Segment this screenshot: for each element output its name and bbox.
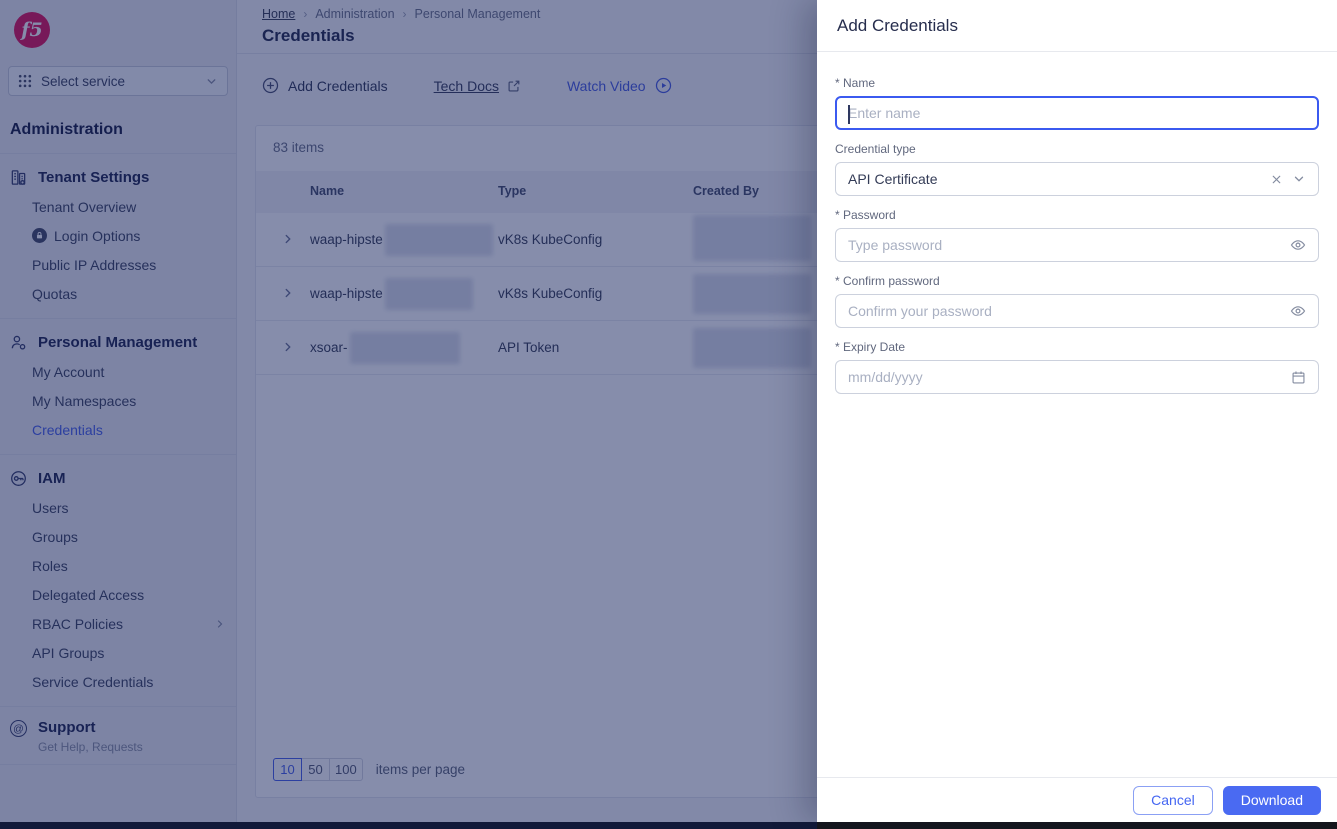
password-field bbox=[835, 228, 1319, 262]
calendar-icon[interactable] bbox=[1291, 370, 1306, 385]
credential-type-select[interactable]: API Certificate bbox=[835, 162, 1319, 196]
expiry-date-field bbox=[835, 360, 1319, 394]
credential-type-label: Credential type bbox=[835, 142, 916, 156]
eye-icon[interactable] bbox=[1290, 237, 1306, 253]
drawer-footer: Cancel Download bbox=[817, 777, 1337, 822]
text-cursor bbox=[848, 105, 850, 124]
expiry-date-field-label: * Expiry Date bbox=[835, 340, 906, 354]
modal-overlay[interactable] bbox=[0, 0, 817, 829]
name-field bbox=[835, 96, 1319, 130]
cancel-button[interactable]: Cancel bbox=[1133, 785, 1213, 815]
drawer-title: Add Credentials bbox=[837, 15, 958, 35]
clear-icon[interactable] bbox=[1270, 173, 1283, 186]
app-window: f5 Select service Administration Tenant … bbox=[0, 0, 1337, 829]
add-credentials-drawer: Add Credentials * Name Credential type A… bbox=[817, 0, 1337, 822]
password-field-label: * Password bbox=[835, 208, 896, 222]
expiry-date-input[interactable] bbox=[848, 361, 1291, 393]
name-input[interactable] bbox=[848, 98, 1306, 128]
confirm-password-field bbox=[835, 294, 1319, 328]
drawer-header: Add Credentials bbox=[817, 0, 1337, 52]
eye-icon[interactable] bbox=[1290, 303, 1306, 319]
credential-type-value: API Certificate bbox=[848, 171, 938, 187]
confirm-password-field-label: * Confirm password bbox=[835, 274, 940, 288]
download-button[interactable]: Download bbox=[1222, 785, 1321, 815]
drawer-body: * Name Credential type API Certificate bbox=[817, 52, 1337, 777]
password-input[interactable] bbox=[848, 229, 1290, 261]
confirm-password-input[interactable] bbox=[848, 295, 1290, 327]
name-field-label: * Name bbox=[835, 76, 876, 90]
chevron-down-icon[interactable] bbox=[1292, 172, 1306, 186]
